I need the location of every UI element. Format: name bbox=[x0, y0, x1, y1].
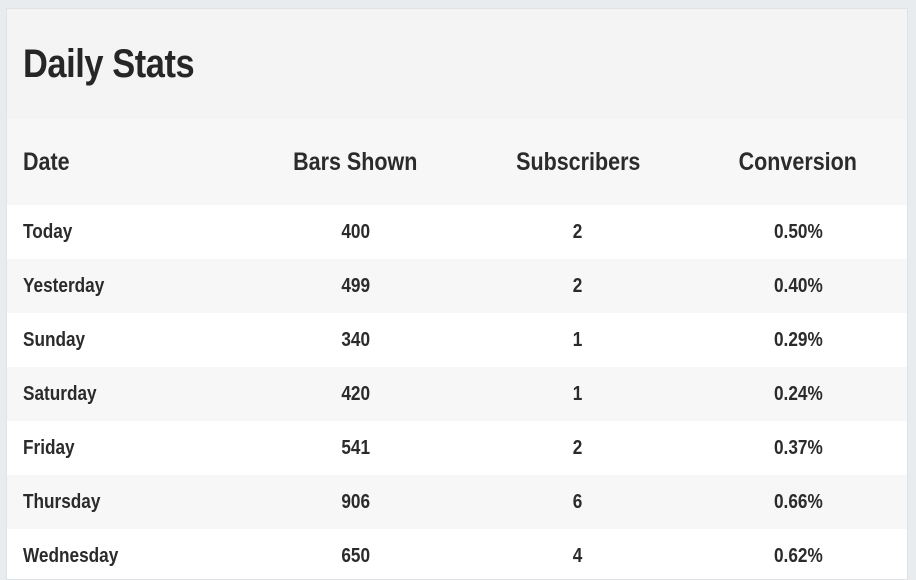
table-row: Yesterday 499 2 0.40% bbox=[7, 259, 907, 313]
table-row: Wednesday 650 4 0.62% bbox=[7, 529, 907, 579]
cell-conversion: 0.66% bbox=[773, 490, 823, 513]
cell-bars-shown: 906 bbox=[341, 490, 370, 513]
column-header-date: Date bbox=[23, 147, 70, 176]
table-row: Saturday 420 1 0.24% bbox=[7, 367, 907, 421]
cell-date: Friday bbox=[23, 436, 75, 459]
table-header: Date Bars Shown Subscribers Conversion bbox=[7, 119, 907, 205]
cell-bars-shown: 340 bbox=[341, 328, 370, 351]
cell-bars-shown: 499 bbox=[341, 274, 370, 297]
table-row: Today 400 2 0.50% bbox=[7, 205, 907, 259]
cell-bars-shown: 650 bbox=[341, 544, 370, 567]
column-header-conversion: Conversion bbox=[738, 147, 858, 176]
cell-subscribers: 1 bbox=[573, 382, 583, 405]
cell-subscribers: 2 bbox=[573, 274, 583, 297]
cell-conversion: 0.50% bbox=[773, 220, 823, 243]
header-row: Date Bars Shown Subscribers Conversion bbox=[7, 119, 907, 205]
cell-conversion: 0.40% bbox=[773, 274, 823, 297]
cell-bars-shown: 400 bbox=[341, 220, 370, 243]
cell-subscribers: 2 bbox=[573, 220, 583, 243]
table-row: Friday 541 2 0.37% bbox=[7, 421, 907, 475]
cell-date: Yesterday bbox=[23, 274, 105, 297]
cell-conversion: 0.24% bbox=[773, 382, 823, 405]
cell-subscribers: 1 bbox=[573, 328, 583, 351]
column-header-subscribers: Subscribers bbox=[515, 147, 641, 176]
cell-date: Sunday bbox=[23, 328, 86, 351]
panel-header: Daily Stats bbox=[7, 9, 907, 119]
table-row: Thursday 906 6 0.66% bbox=[7, 475, 907, 529]
cell-conversion: 0.62% bbox=[773, 544, 823, 567]
cell-subscribers: 2 bbox=[573, 436, 583, 459]
cell-date: Thursday bbox=[23, 490, 101, 513]
cell-conversion: 0.37% bbox=[773, 436, 823, 459]
column-header-bars-shown: Bars Shown bbox=[293, 147, 418, 176]
table-body: Today 400 2 0.50% Yesterday 499 2 0.40% … bbox=[7, 205, 907, 579]
cell-subscribers: 6 bbox=[573, 490, 583, 513]
cell-subscribers: 4 bbox=[573, 544, 583, 567]
daily-stats-table: Date Bars Shown Subscribers Conversion T… bbox=[7, 119, 907, 579]
cell-conversion: 0.29% bbox=[773, 328, 823, 351]
cell-bars-shown: 541 bbox=[341, 436, 370, 459]
cell-date: Today bbox=[23, 220, 73, 243]
table-row: Sunday 340 1 0.29% bbox=[7, 313, 907, 367]
daily-stats-panel: Daily Stats Date Bars Shown Subscribers … bbox=[6, 8, 908, 580]
cell-bars-shown: 420 bbox=[341, 382, 370, 405]
cell-date: Wednesday bbox=[23, 544, 119, 567]
panel-title: Daily Stats bbox=[23, 41, 195, 86]
cell-date: Saturday bbox=[23, 382, 97, 405]
